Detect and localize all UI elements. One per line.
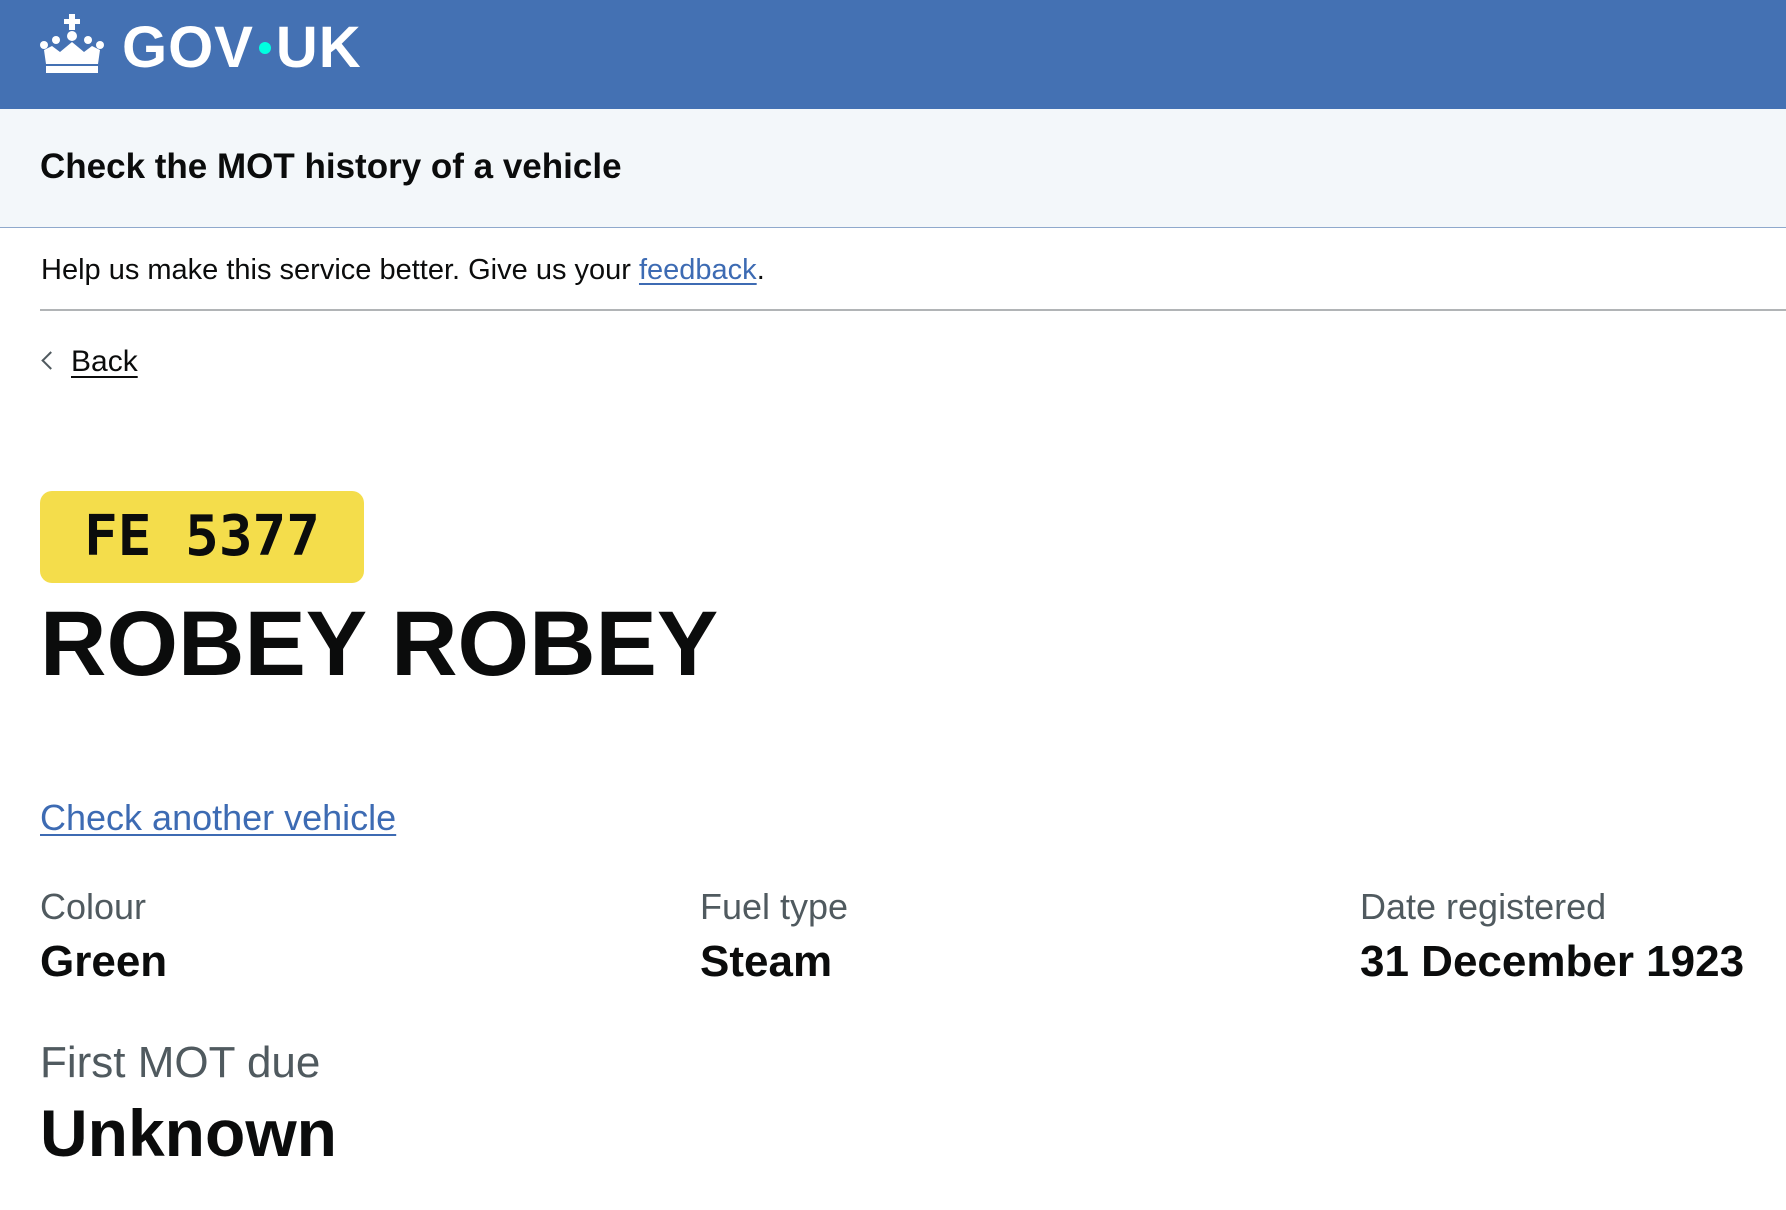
back-link-label: Back	[71, 345, 138, 378]
detail-fuel-type-value: Steam	[700, 937, 833, 986]
detail-date-registered-label: Date registered	[1360, 886, 1607, 927]
service-name[interactable]: Check the MOT history of a vehicle	[40, 145, 622, 189]
detail-date-registered-value: 31 December 1923	[1360, 937, 1745, 986]
feedback-text: Help us make this service better. Give u…	[41, 250, 765, 290]
wordmark-dot	[258, 41, 271, 54]
chevron-left-icon	[41, 351, 60, 370]
registration-number: FE 5377	[83, 504, 320, 569]
detail-fuel-type: Fuel type Steam	[700, 884, 848, 990]
wordmark-uk: UK	[275, 15, 362, 80]
govuk-header: GOV UK	[0, 0, 1786, 109]
detail-first-mot-due-value: Unknown	[40, 1096, 337, 1170]
detail-fuel-type-label: Fuel type	[700, 886, 849, 927]
feedback-banner: Help us make this service better. Give u…	[40, 228, 1786, 311]
govuk-wordmark[interactable]: GOV UK	[122, 16, 362, 80]
feedback-prefix: Help us make this service better. Give u…	[41, 254, 639, 286]
vehicle-make-model: ROBEY ROBEY	[40, 593, 719, 695]
service-navigation: Check the MOT history of a vehicle	[0, 109, 1786, 228]
crown-icon[interactable]	[38, 12, 106, 76]
detail-date-registered: Date registered 31 December 1923	[1360, 884, 1744, 990]
check-another-vehicle-link[interactable]: Check another vehicle	[40, 793, 396, 843]
registration-plate: FE 5377	[40, 491, 364, 583]
feedback-link[interactable]: feedback	[639, 254, 757, 286]
back-link[interactable]: Back	[40, 340, 138, 384]
detail-colour: Colour Green	[40, 884, 167, 990]
detail-colour-value: Green	[40, 937, 168, 986]
detail-first-mot-due: First MOT due Unknown	[40, 1036, 337, 1172]
feedback-suffix: .	[756, 254, 765, 286]
wordmark-gov: GOV	[122, 15, 254, 80]
detail-colour-label: Colour	[40, 886, 147, 927]
detail-first-mot-due-label: First MOT due	[40, 1038, 321, 1087]
